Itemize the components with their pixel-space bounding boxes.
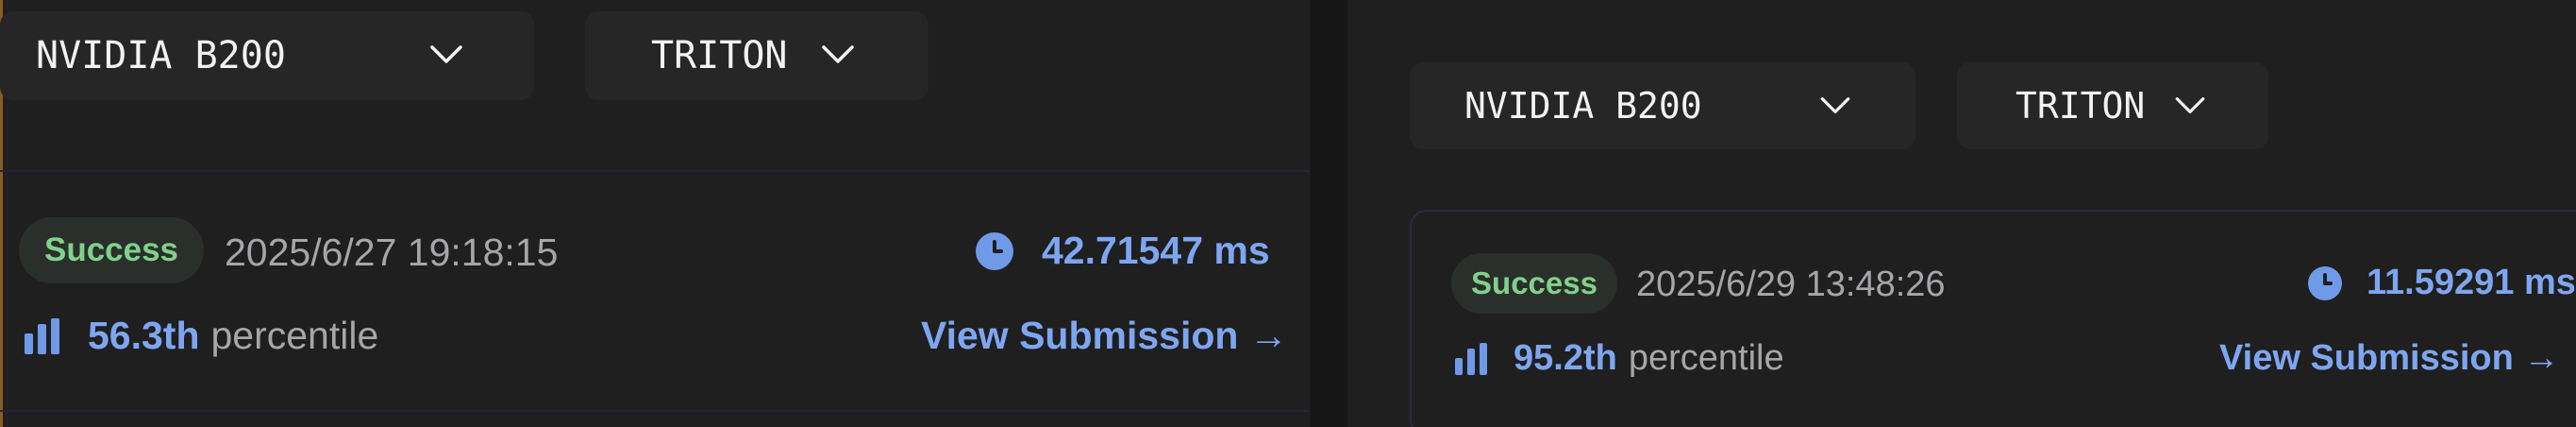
percentile-label: percentile <box>1628 338 1784 378</box>
chevron-down-icon <box>822 45 854 63</box>
view-submission-link[interactable]: View Submission → <box>921 314 1288 358</box>
gpu-select-value: NVIDIA B200 <box>1464 85 1702 127</box>
language-select[interactable]: TRITON <box>585 11 928 100</box>
clock-icon <box>976 231 1013 270</box>
status-badge: Success <box>19 217 204 283</box>
submission-timestamp: 2025/6/27 19:18:15 <box>225 231 559 274</box>
bar-chart-icon <box>1455 342 1487 375</box>
language-select-value: TRITON <box>651 34 788 77</box>
submission-card: Success 2025/6/29 13:48:26 11.59291 ms 9… <box>1410 210 2576 427</box>
left-pane: NVIDIA B200 TRITON Success 2025/6/27 19:… <box>0 0 1310 427</box>
submission-timing: 42.71547 ms <box>976 229 1270 273</box>
chevron-down-icon <box>2175 97 2205 114</box>
submission-timestamp: 2025/6/29 13:48:26 <box>1636 265 1946 304</box>
timing-value: 42.71547 ms <box>1042 229 1270 272</box>
status-badge: Success <box>1451 253 1617 314</box>
submission-card: Success 2025/6/27 19:18:15 42.71547 ms 5… <box>0 172 1310 408</box>
chevron-down-icon <box>430 45 462 63</box>
gpu-select[interactable]: NVIDIA B200 <box>0 11 534 100</box>
divider <box>0 410 1310 412</box>
view-submission-link[interactable]: View Submission → <box>2219 338 2559 379</box>
bar-chart-icon <box>25 317 59 354</box>
percentile-value: 95.2th <box>1514 338 1617 378</box>
language-select-value: TRITON <box>2016 85 2146 127</box>
percentile: 56.3th percentile <box>25 314 378 358</box>
submission-timing: 11.59291 ms <box>2308 263 2576 303</box>
timing-value: 11.59291 ms <box>2367 263 2576 302</box>
gpu-select[interactable]: NVIDIA B200 <box>1410 62 1915 149</box>
percentile: 95.2th percentile <box>1455 338 1784 379</box>
right-pane: NVIDIA B200 TRITON Success 2025/6/29 13:… <box>1347 0 2576 427</box>
percentile-value: 56.3th <box>88 314 200 357</box>
gpu-select-value: NVIDIA B200 <box>36 34 286 77</box>
percentile-label: percentile <box>210 314 379 357</box>
language-select[interactable]: TRITON <box>1957 62 2268 149</box>
clock-icon <box>2308 265 2342 300</box>
chevron-down-icon <box>1820 97 1850 114</box>
